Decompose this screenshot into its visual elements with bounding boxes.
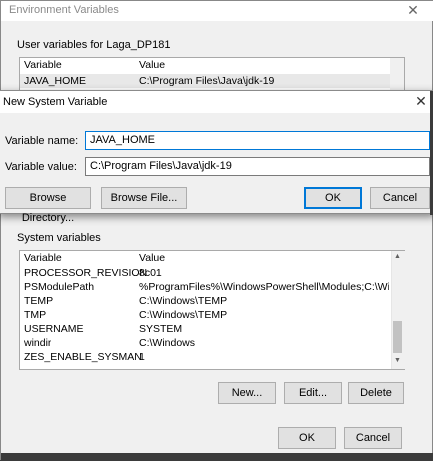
user-header-variable[interactable]: Variable <box>20 58 139 73</box>
system-row-variable: ZES_ENABLE_SYSMAN <box>24 351 142 363</box>
new-system-variable-dialog: New System Variable ✕ Variable name: JAV… <box>0 90 433 224</box>
environment-variables-window: Environment Variables ✕ User variables f… <box>0 0 433 461</box>
variable-name-input[interactable]: JAVA_HOME <box>85 131 430 150</box>
user-header-value[interactable]: Value <box>135 58 395 73</box>
new-button[interactable]: New... <box>218 382 276 404</box>
system-row-value: 8c01 <box>139 267 162 279</box>
user-table-scrollbar[interactable] <box>390 58 404 94</box>
user-variables-label: User variables for Laga_DP181 <box>17 39 171 51</box>
system-row-value: SYSTEM <box>139 323 183 335</box>
system-variables-label: System variables <box>17 232 101 244</box>
env-ok-button[interactable]: OK <box>278 427 336 449</box>
table-row[interactable]: PSModulePath %ProgramFiles%\WindowsPower… <box>20 280 390 294</box>
system-row-value: C:\Windows\TEMP <box>139 309 228 321</box>
system-row-value: C:\Windows\TEMP <box>139 295 228 307</box>
system-row-value: C:\Windows <box>139 337 196 349</box>
nsv-cancel-button[interactable]: Cancel <box>370 187 430 209</box>
system-header-variable[interactable]: Variable <box>20 251 139 266</box>
scroll-up-arrow-icon[interactable]: ▲ <box>394 253 401 260</box>
system-row-variable: TMP <box>24 309 47 321</box>
browse-directory-button[interactable]: Browse Directory... <box>5 187 91 224</box>
user-row-variable: JAVA_HOME <box>24 75 87 87</box>
table-row[interactable]: USERNAME SYSTEM <box>20 322 390 336</box>
table-row[interactable]: TEMP C:\Windows\TEMP <box>20 294 390 308</box>
env-cancel-button[interactable]: Cancel <box>344 427 402 449</box>
delete-button[interactable]: Delete <box>348 382 404 404</box>
nsv-titlebar: New System Variable ✕ <box>0 91 433 113</box>
user-row-value: C:\Program Files\Java\jdk-19 <box>139 75 275 87</box>
nsv-close-icon[interactable]: ✕ <box>413 93 429 109</box>
table-row[interactable]: PROCESSOR_REVISION 8c01 <box>20 266 390 280</box>
env-window-title: Environment Variables <box>9 4 119 16</box>
system-row-variable: PROCESSOR_REVISION <box>24 267 148 279</box>
env-close-icon[interactable]: ✕ <box>405 2 421 18</box>
nsv-ok-button[interactable]: OK <box>304 187 362 209</box>
system-row-variable: USERNAME <box>24 323 84 335</box>
system-row-variable: PSModulePath <box>24 281 95 293</box>
system-row-variable: TEMP <box>24 295 54 307</box>
browse-file-button[interactable]: Browse File... <box>101 187 187 209</box>
scroll-down-arrow-icon[interactable]: ▼ <box>394 357 401 364</box>
system-row-value: 1 <box>139 351 145 363</box>
variable-value-label: Variable value: <box>5 161 77 173</box>
system-variables-table[interactable]: Variable Value PROCESSOR_REVISION 8c01 P… <box>19 250 405 370</box>
system-row-value: %ProgramFiles%\WindowsPowerShell\Modules… <box>139 281 389 293</box>
table-row[interactable]: ZES_ENABLE_SYSMAN 1 <box>20 350 390 364</box>
table-row[interactable]: JAVA_HOME C:\Program Files\Java\jdk-19 <box>20 74 392 88</box>
system-row-variable: windir <box>24 337 52 349</box>
scrollbar-thumb[interactable] <box>393 321 402 353</box>
nsv-dialog-title: New System Variable <box>3 96 108 108</box>
table-row[interactable]: windir C:\Windows <box>20 336 390 350</box>
variable-name-label: Variable name: <box>5 135 79 147</box>
table-row[interactable]: TMP C:\Windows\TEMP <box>20 308 390 322</box>
env-titlebar: Environment Variables ✕ <box>1 1 433 21</box>
system-header-value[interactable]: Value <box>135 251 395 266</box>
variable-value-input[interactable]: C:\Program Files\Java\jdk-19 <box>85 157 430 176</box>
edit-button[interactable]: Edit... <box>284 382 342 404</box>
